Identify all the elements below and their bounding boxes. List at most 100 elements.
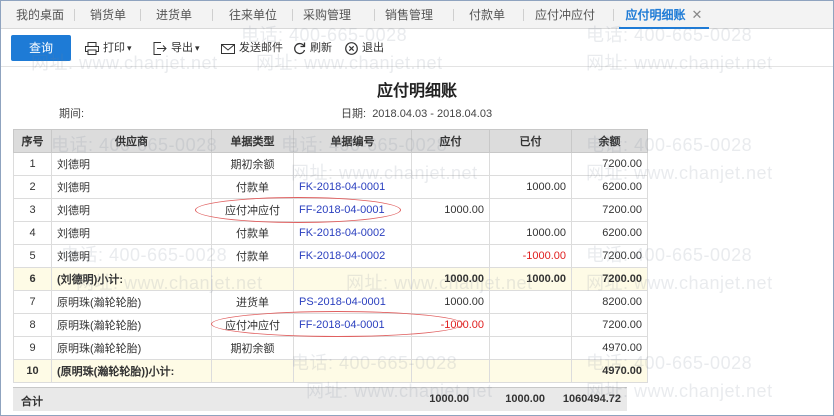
totals-label: 合计	[21, 396, 43, 408]
totals-payable: 1000.00	[429, 393, 469, 405]
tab-divider	[374, 9, 375, 21]
doc-number-cell[interactable]: FK-2018-04-0001	[293, 175, 412, 199]
supplier-cell: 原明珠(瀚轮轮胎)	[51, 336, 212, 360]
balance-cell: 6200.00	[571, 175, 648, 199]
paid-cell: 1000.00	[489, 221, 572, 245]
tab-purchase-mgmt[interactable]: 采购管理	[297, 1, 357, 29]
doc-number-cell[interactable]: PS-2018-04-0001	[293, 290, 412, 314]
table-row[interactable]: 2 刘德明 付款单 FK-2018-04-0001 1000.00 6200.00	[13, 175, 648, 199]
tab-divider	[74, 9, 75, 21]
doc-number-cell	[293, 152, 412, 176]
doc-type-cell: 期初余额	[211, 152, 294, 176]
export-button[interactable]: 导出 ▾	[153, 39, 200, 57]
payable-cell: -1000.00	[411, 313, 490, 337]
supplier-cell: 刘德明	[51, 175, 212, 199]
supplier-cell: 刘德明	[51, 244, 212, 268]
print-button[interactable]: 打印 ▾	[85, 39, 132, 57]
column-header[interactable]: 应付	[411, 129, 490, 153]
column-header[interactable]: 单据编号	[293, 129, 412, 153]
paid-cell	[489, 290, 572, 314]
supplier-cell: 刘德明	[51, 152, 212, 176]
send-email-label: 发送邮件	[239, 42, 283, 55]
doc-type-cell: 进货单	[211, 290, 294, 314]
doc-number-cell[interactable]: FF-2018-04-0001	[293, 313, 412, 337]
row-number: 10	[13, 359, 52, 383]
tab-divider	[613, 9, 614, 21]
table-row[interactable]: 5 刘德明 付款单 FK-2018-04-0002 -1000.00 7200.00	[13, 244, 648, 268]
balance-cell: 7200.00	[571, 313, 648, 337]
row-number: 2	[13, 175, 52, 199]
balance-cell: 7200.00	[571, 267, 648, 291]
paid-cell	[489, 313, 572, 337]
supplier-cell: 原明珠(瀚轮轮胎)	[51, 290, 212, 314]
column-header[interactable]: 已付	[489, 129, 572, 153]
column-header[interactable]: 单据类型	[211, 129, 294, 153]
doc-type-cell	[211, 359, 294, 383]
export-icon	[153, 41, 167, 55]
balance-cell: 7200.00	[571, 152, 648, 176]
query-button[interactable]: 查询	[11, 35, 71, 61]
column-header[interactable]: 供应商	[51, 129, 212, 153]
date-label: 日期:	[341, 108, 367, 120]
payable-cell	[411, 221, 490, 245]
tab-purchase-order[interactable]: 进货单	[145, 1, 203, 29]
tab-partners[interactable]: 往来单位	[217, 1, 289, 29]
supplier-cell: 刘德明	[51, 221, 212, 245]
tab-divider	[453, 9, 454, 21]
table-row[interactable]: 7 原明珠(瀚轮轮胎) 进货单 PS-2018-04-0001 1000.00 8200.…	[13, 290, 648, 314]
tab-bar: 我的桌面 销货单 进货单 往来单位 采购管理 销售管理 付款单 应付冲应付 应付…	[1, 1, 833, 29]
column-header[interactable]: 序号	[13, 129, 52, 153]
close-icon[interactable]: ✕	[692, 7, 703, 22]
send-email-button[interactable]: 发送邮件	[221, 39, 283, 57]
paid-cell	[489, 336, 572, 360]
paid-cell	[489, 198, 572, 222]
refresh-button[interactable]: 刷新	[293, 39, 332, 57]
exit-button[interactable]: 退出	[345, 39, 384, 57]
tab-payable-offset[interactable]: 应付冲应付	[529, 1, 601, 29]
tab-payable-detail-ledger[interactable]: 应付明细账 ✕	[619, 1, 709, 29]
balance-cell: 8200.00	[571, 290, 648, 314]
tab-sales-order[interactable]: 销货单	[79, 1, 137, 29]
row-number: 6	[13, 267, 52, 291]
row-number: 8	[13, 313, 52, 337]
doc-number-cell	[293, 336, 412, 360]
tab-divider	[140, 9, 141, 21]
totals-paid: 1000.00	[505, 393, 545, 405]
close-circle-icon	[345, 41, 358, 55]
payable-cell	[411, 359, 490, 383]
column-header[interactable]: 余额	[571, 129, 648, 153]
paid-cell: -1000.00	[489, 244, 572, 268]
app-window: 我的桌面 销货单 进货单 往来单位 采购管理 销售管理 付款单 应付冲应付 应付…	[0, 0, 834, 416]
table-header-row: 序号 供应商 单据类型 单据编号 应付 已付 余额	[13, 129, 648, 153]
payable-cell: 1000.00	[411, 198, 490, 222]
doc-number-cell[interactable]: FF-2018-04-0001	[293, 198, 412, 222]
tab-label: 采购管理	[302, 8, 351, 22]
tab-sales-mgmt[interactable]: 销售管理	[379, 1, 439, 29]
doc-number-cell[interactable]: FK-2018-04-0002	[293, 221, 412, 245]
balance-cell: 4970.00	[571, 336, 648, 360]
subtotal-row[interactable]: 6 (刘德明)小计: 1000.00 1000.00 7200.00	[13, 267, 648, 291]
totals-balance: 1060494.72	[562, 393, 621, 405]
table-row[interactable]: 4 刘德明 付款单 FK-2018-04-0002 1000.00 6200.00	[13, 221, 648, 245]
doc-type-cell: 付款单	[211, 221, 294, 245]
tab-divider	[212, 9, 213, 21]
tab-desktop[interactable]: 我的桌面	[9, 1, 71, 29]
table-row[interactable]: 8 原明珠(瀚轮轮胎) 应付冲应付 FF-2018-04-0001 -1000.00 72…	[13, 313, 648, 337]
table-row[interactable]: 9 原明珠(瀚轮轮胎) 期初余额 4970.00	[13, 336, 648, 360]
payable-cell	[411, 152, 490, 176]
payable-cell: 1000.00	[411, 290, 490, 314]
date-range: 日期: 2018.04.03 - 2018.04.03	[341, 105, 492, 121]
table-row[interactable]: 1 刘德明 期初余额 7200.00	[13, 152, 648, 176]
payable-cell: 1000.00	[411, 267, 490, 291]
tab-payment-order[interactable]: 付款单	[459, 1, 515, 29]
period-label: 期间:	[59, 108, 85, 120]
report-title: 应付明细账	[376, 83, 457, 100]
row-number: 5	[13, 244, 52, 268]
date-value: 2018.04.03 - 2018.04.03	[372, 108, 493, 120]
printer-icon	[85, 41, 99, 55]
tab-label: 我的桌面	[15, 8, 64, 22]
balance-cell: 4970.00	[571, 359, 648, 383]
subtotal-row[interactable]: 10 (原明珠(瀚轮轮胎))小计: 4970.00	[13, 359, 648, 383]
doc-number-cell[interactable]: FK-2018-04-0002	[293, 244, 412, 268]
table-row[interactable]: 3 刘德明 应付冲应付 FF-2018-04-0001 1000.00 7200.00	[13, 198, 648, 222]
